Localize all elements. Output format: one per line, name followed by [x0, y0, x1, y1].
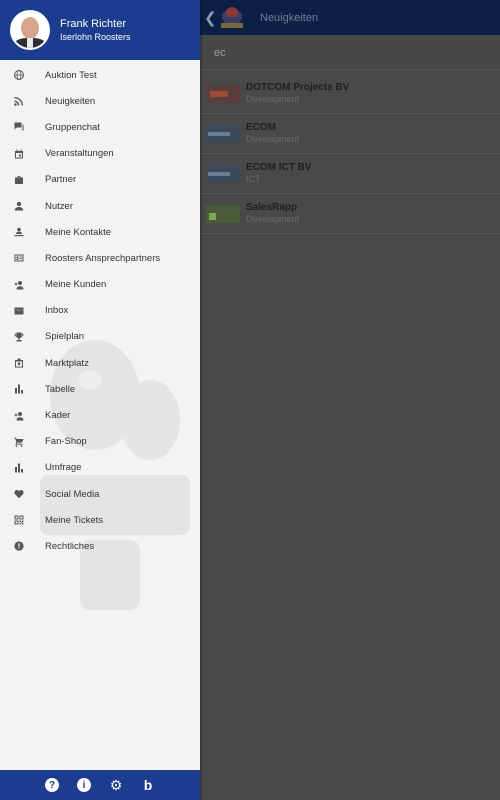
- briefcase-icon: [14, 175, 24, 185]
- menu-label: Roosters Ansprechpartners: [45, 252, 161, 264]
- menu-label: Inbox: [45, 305, 69, 317]
- globe-icon: [14, 70, 24, 81]
- menu-label: Veranstaltungen: [45, 148, 114, 160]
- user-club: Iserlohn Roosters: [60, 31, 131, 42]
- person-add-icon: [14, 411, 24, 421]
- menu-item-partner[interactable]: Partner: [0, 167, 200, 193]
- menu-item-tabelle[interactable]: Tabelle: [0, 376, 200, 402]
- menu-item-meine-kunden[interactable]: Meine Kunden: [0, 272, 200, 298]
- menu-item-meine-kontakte[interactable]: Meine Kontakte: [0, 219, 200, 245]
- menu-label: Neuigkeiten: [45, 95, 96, 107]
- menu-item-social-media[interactable]: Social Media: [0, 481, 200, 507]
- menu-item-gruppenchat[interactable]: Gruppenchat: [0, 114, 200, 140]
- menu-label: Rechtliches: [45, 540, 95, 552]
- mail-icon: [14, 306, 24, 316]
- app-logo: [220, 5, 246, 31]
- menu-label: Kader: [45, 410, 71, 422]
- menu-label: Gruppenchat: [45, 121, 100, 133]
- chat-icon: [14, 122, 24, 132]
- info-icon: [14, 541, 24, 552]
- qr-code-icon: [14, 515, 24, 525]
- menu-item-meine-tickets[interactable]: Meine Tickets: [0, 507, 200, 533]
- contacts-icon: [14, 227, 24, 237]
- heart-icon: [14, 489, 24, 499]
- menu-item-neuigkeiten[interactable]: Neuigkeiten: [0, 88, 200, 114]
- calendar-icon: [14, 149, 24, 159]
- menu-label: Fan-Shop: [45, 436, 87, 448]
- company-name: DOTCOM Projects BV: [246, 82, 350, 93]
- search-input[interactable]: ec: [200, 36, 500, 70]
- marketplace-icon: [14, 358, 24, 368]
- menu-item-umfrage[interactable]: Umfrage: [0, 455, 200, 481]
- menu-item-auktion-test[interactable]: Auktion Test: [0, 62, 200, 88]
- bar-chart-icon: [14, 384, 24, 394]
- menu-label: Spielplan: [45, 331, 85, 343]
- menu-label: Umfrage: [45, 462, 82, 474]
- company-category: Development: [246, 134, 300, 144]
- user-name: Frank Richter: [60, 17, 127, 30]
- menu-item-rechtliches[interactable]: Rechtliches: [0, 533, 200, 559]
- menu-item-fan-shop[interactable]: Fan-Shop: [0, 429, 200, 455]
- list-item[interactable]: DOTCOM Projects BV Development: [200, 74, 500, 114]
- menu-label: Social Media: [45, 488, 100, 500]
- gear-icon[interactable]: ⚙: [109, 777, 123, 793]
- page-title: Neuigkeiten: [260, 11, 319, 24]
- list-item[interactable]: SalesRapp Development: [200, 194, 500, 234]
- menu-label: Meine Tickets: [45, 514, 104, 526]
- menu-label: Meine Kunden: [45, 279, 107, 291]
- company-name: SalesRapp: [246, 202, 298, 213]
- drawer-header: Frank Richter Iserlohn Roosters: [0, 0, 200, 60]
- trophy-icon: [14, 332, 24, 342]
- menu-item-roosters-ansprechpartners[interactable]: Roosters Ansprechpartners: [0, 245, 200, 271]
- results-list: DOTCOM Projects BV Development ECOM Deve…: [200, 74, 500, 234]
- menu-item-nutzer[interactable]: Nutzer: [0, 193, 200, 219]
- main-content: ❮ Neuigkeiten ec DOTCOM Projects BV Deve…: [200, 0, 500, 800]
- company-category: Development: [246, 94, 300, 104]
- menu-label: Marktplatz: [45, 357, 89, 369]
- menu-label: Partner: [45, 174, 77, 186]
- menu-label: Auktion Test: [45, 69, 97, 81]
- brand-logo-icon[interactable]: b: [141, 777, 155, 793]
- navigation-drawer: Frank Richter Iserlohn Roosters Auktion …: [0, 0, 200, 800]
- company-logo: [206, 204, 240, 223]
- menu-item-veranstaltungen[interactable]: Veranstaltungen: [0, 141, 200, 167]
- company-logo: [206, 84, 240, 103]
- bar-chart-icon: [14, 463, 24, 473]
- company-name: ECOM ICT BV: [246, 162, 312, 173]
- menu-label: Meine Kontakte: [45, 226, 112, 238]
- menu-label: Tabelle: [45, 383, 76, 395]
- menu-item-inbox[interactable]: Inbox: [0, 298, 200, 324]
- company-category: ICT: [246, 174, 261, 184]
- back-arrow-icon[interactable]: ❮: [204, 9, 217, 27]
- menu-item-marktplatz[interactable]: Marktplatz: [0, 350, 200, 376]
- drawer-menu: Auktion Test Neuigkeiten Gruppenchat Ver…: [0, 62, 200, 560]
- company-category: Development: [246, 214, 300, 224]
- company-name: ECOM: [246, 122, 276, 133]
- company-logo: [206, 124, 240, 143]
- company-logo: [206, 164, 240, 183]
- list-item[interactable]: ECOM Development: [200, 114, 500, 154]
- menu-item-kader[interactable]: Kader: [0, 402, 200, 428]
- menu-item-spielplan[interactable]: Spielplan: [0, 324, 200, 350]
- help-icon[interactable]: ?: [45, 778, 59, 792]
- avatar[interactable]: [10, 10, 50, 50]
- top-app-bar: ❮ Neuigkeiten: [200, 0, 500, 35]
- person-icon: [14, 201, 24, 211]
- info-icon[interactable]: i: [77, 778, 91, 792]
- contact-card-icon: [14, 253, 24, 263]
- search-value: ec: [214, 46, 226, 59]
- person-add-icon: [14, 280, 24, 290]
- menu-label: Nutzer: [45, 200, 73, 212]
- list-item[interactable]: ECOM ICT BV ICT: [200, 154, 500, 194]
- rss-icon: [14, 96, 24, 107]
- drawer-footer: ? i ⚙ b: [0, 770, 200, 800]
- cart-icon: [14, 437, 24, 447]
